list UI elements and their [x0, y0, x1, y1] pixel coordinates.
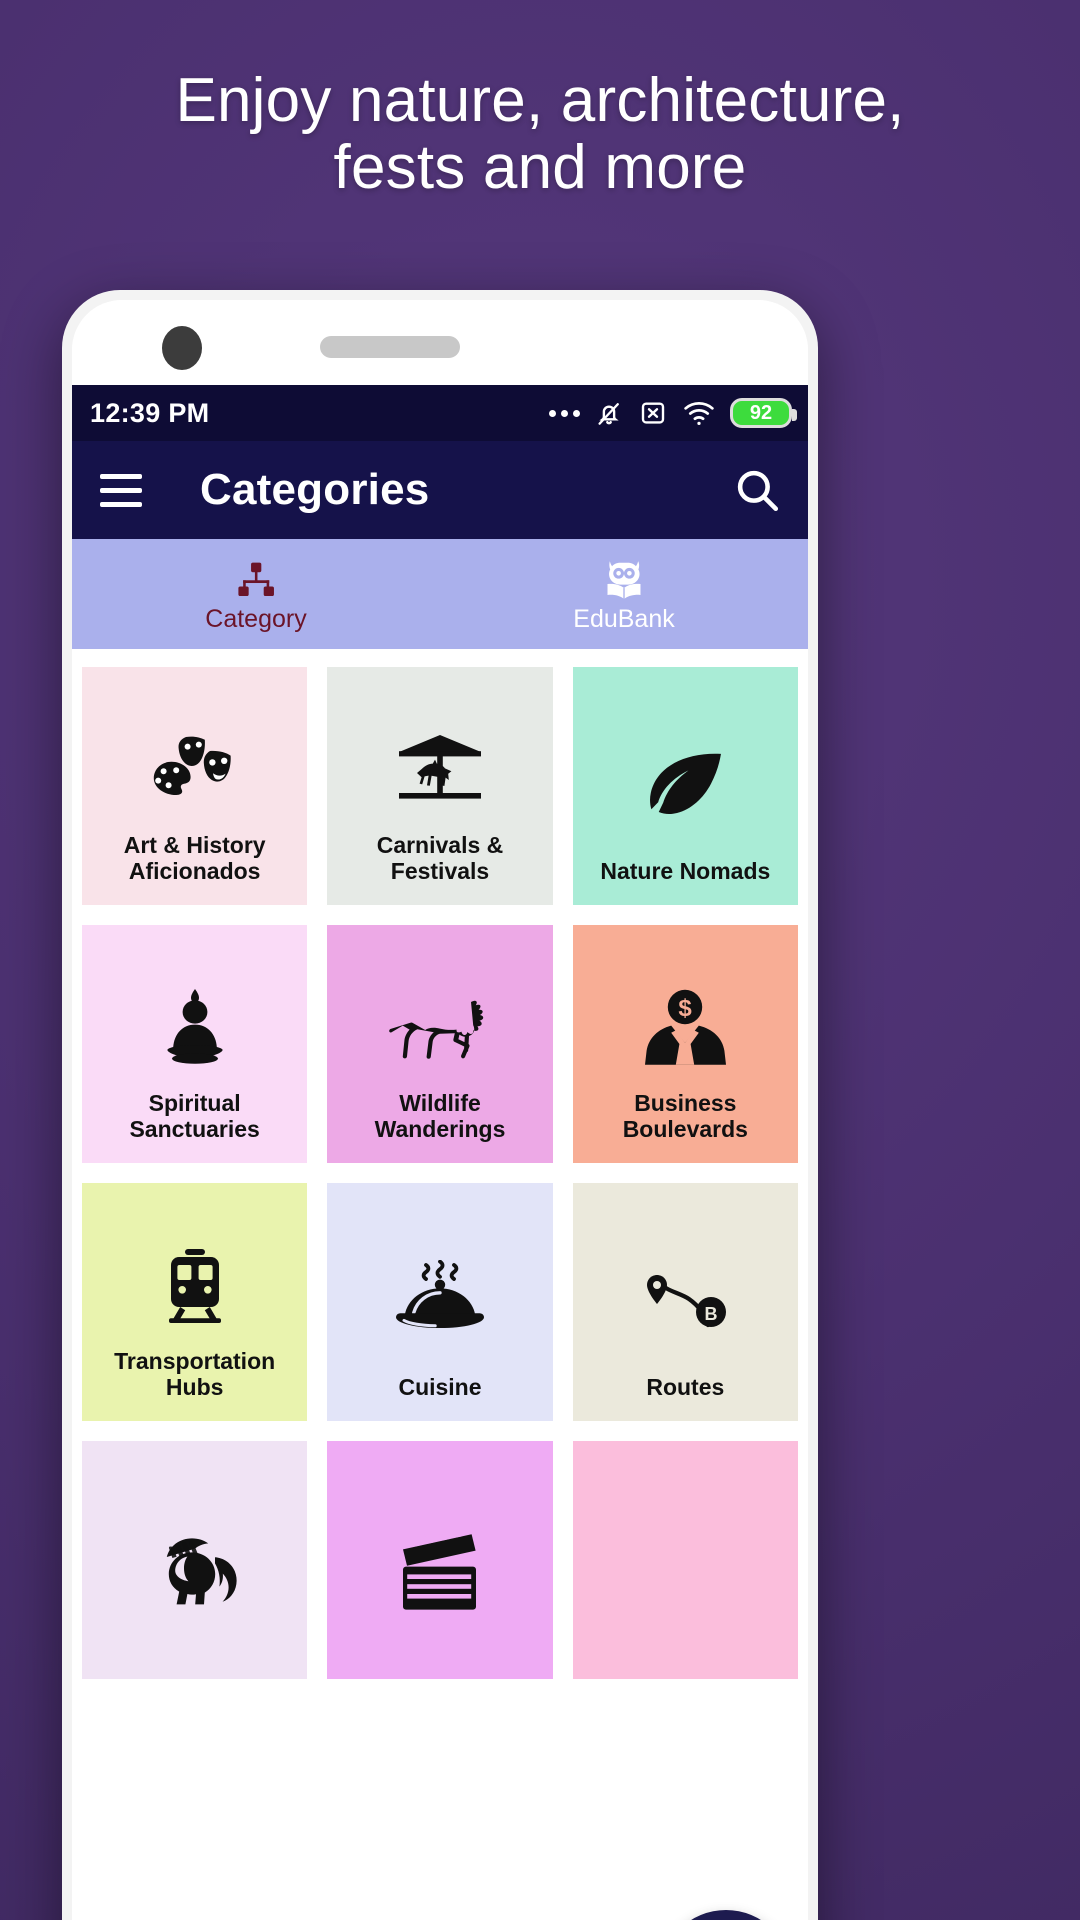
phone-frame: 12:39 PM 92 Categories Category EduBank … [62, 290, 818, 1920]
tab-category-label: Category [205, 604, 307, 633]
category-card-art-history[interactable]: Art & History Aficionados [82, 667, 308, 905]
svg-text:$: $ [679, 996, 693, 1023]
phone-screen: 12:39 PM 92 Categories Category EduBank … [72, 300, 808, 1920]
battery-level-label: 92 [749, 402, 773, 424]
bell-muted-icon [598, 403, 619, 425]
theater-masks-palette-icon [147, 709, 243, 832]
category-card-cinema[interactable] [327, 1441, 553, 1679]
category-card-label: Business Boulevards [622, 1089, 748, 1143]
category-card-spiritual-sanctuaries[interactable]: Spiritual Sanctuaries [82, 925, 308, 1163]
category-card-label: Transportation Hubs [114, 1347, 276, 1401]
category-card-guides[interactable] [572, 1441, 798, 1679]
food-cloche-icon [391, 1225, 489, 1374]
owl-book-icon [599, 555, 649, 603]
phone-bezel-top [72, 300, 808, 385]
category-card-label: Art & History Aficionados [123, 831, 266, 885]
businessman-money-icon: $ [642, 967, 728, 1090]
category-card-label: Wildlife Wanderings [374, 1089, 506, 1143]
tab-edubank-label: EduBank [573, 604, 675, 633]
tab-edubank[interactable]: EduBank [440, 539, 808, 649]
spartan-helmet-icon [148, 1483, 242, 1659]
tab-bar: Category EduBank [72, 539, 808, 649]
category-card-wildlife-wanderings[interactable]: Wildlife Wanderings [327, 925, 553, 1163]
wifi-icon [684, 402, 714, 425]
battery-icon: 92 [730, 398, 797, 428]
page-title: Categories [200, 465, 430, 514]
route-map-icon: B [637, 1225, 733, 1374]
lion-icon [388, 967, 492, 1090]
tab-category[interactable]: Category [72, 539, 440, 649]
svg-text:B: B [705, 1304, 718, 1324]
category-card-cuisine[interactable]: Cuisine [327, 1183, 553, 1421]
category-card-nature-nomads[interactable]: Nature Nomads [572, 667, 798, 905]
category-card-label: Cuisine [398, 1374, 482, 1401]
status-clock: 12:39 PM [90, 397, 210, 428]
category-card-label: Carnivals & Festivals [376, 831, 504, 885]
status-icon-group: 92 [549, 397, 797, 429]
carousel-icon [396, 709, 484, 832]
category-card-label: Nature Nomads [600, 858, 771, 885]
search-icon[interactable] [732, 465, 782, 515]
category-grid: Art & History Aficionados Carnivals & Fe… [82, 667, 798, 1679]
category-card-transportation-hubs[interactable]: Transportation Hubs [82, 1183, 308, 1421]
category-card-carnivals-festivals[interactable]: Carnivals & Festivals [327, 667, 553, 905]
category-card-label: Spiritual Sanctuaries [129, 1089, 260, 1143]
sitemap-hierarchy-icon [233, 555, 279, 603]
promo-headline-line1: Enjoy nature, architecture, [175, 66, 905, 135]
promo-headline-line2: fests and more [333, 132, 747, 202]
promo-headline: Enjoy nature, architecture, fests and mo… [0, 66, 1080, 202]
train-icon [161, 1225, 229, 1348]
clapperboard-icon [394, 1483, 486, 1659]
buddha-icon [157, 967, 233, 1090]
front-camera-icon [162, 326, 202, 370]
category-card-historic-helmet[interactable] [82, 1441, 308, 1679]
status-bar: 12:39 PM 92 [72, 385, 808, 441]
earpiece-speaker [320, 336, 460, 358]
tour-guide-fab-button[interactable] [660, 1910, 792, 1920]
app-bar: Categories [72, 441, 808, 539]
category-card-business-boulevards[interactable]: $ Business Boulevards [572, 925, 798, 1163]
leaf-icon [643, 709, 727, 858]
category-card-routes[interactable]: B Routes [572, 1183, 798, 1421]
hamburger-menu-icon[interactable] [100, 473, 142, 507]
more-dots-icon [549, 409, 580, 417]
category-card-label: Routes [646, 1374, 725, 1401]
category-grid-container[interactable]: Art & History Aficionados Carnivals & Fe… [72, 649, 808, 1920]
no-sim-icon [641, 402, 665, 424]
